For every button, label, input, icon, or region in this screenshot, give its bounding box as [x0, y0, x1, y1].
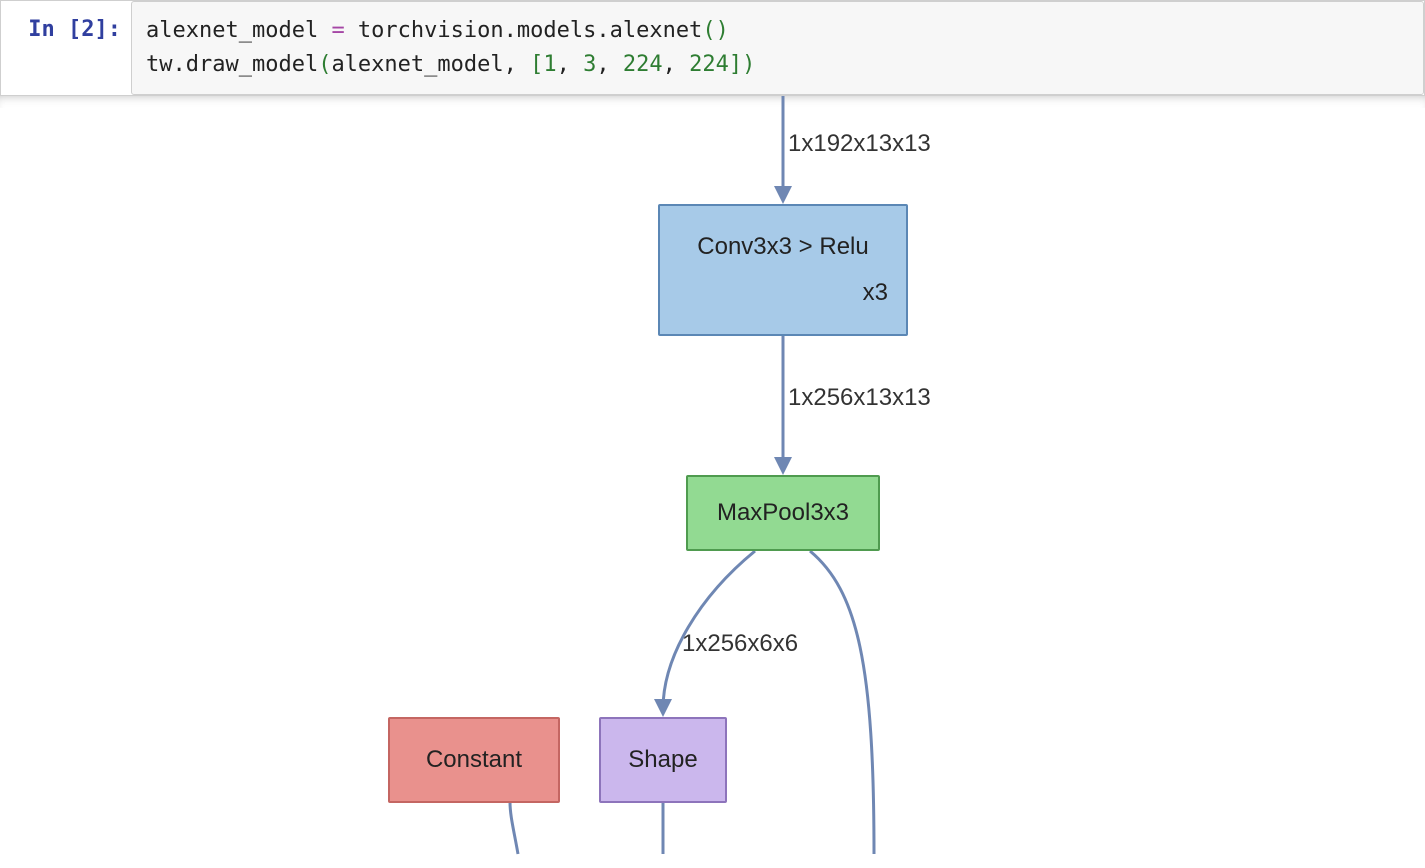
edge-label-left: 1x256x6x6 — [682, 630, 798, 658]
edge-label-mid: 1x256x13x13 — [788, 384, 931, 412]
node-maxpool[interactable]: MaxPool3x3 — [686, 475, 880, 551]
node-shape[interactable]: Shape — [599, 717, 727, 803]
code-line-2: tw.draw_model(alexnet_model, [1, 3, 224,… — [146, 48, 1409, 82]
node-conv-label: Conv3x3 > Relu — [678, 233, 888, 261]
notebook-container: In [2]: alexnet_model = torchvision.mode… — [0, 0, 1425, 868]
input-prompt-area: In [2]: — [1, 1, 131, 95]
output-area[interactable]: 1x192x13x13 1x256x13x13 1x256x6x6 Conv3x… — [0, 96, 1425, 854]
edge-label-top: 1x192x13x13 — [788, 130, 931, 158]
node-conv-relu[interactable]: Conv3x3 > Relu x3 — [658, 204, 908, 336]
node-shape-label: Shape — [619, 746, 707, 774]
node-conv-sublabel: x3 — [678, 279, 888, 307]
arrowhead-conv — [774, 186, 792, 204]
code-line-1: alexnet_model = torchvision.models.alexn… — [146, 14, 1409, 48]
arrowhead-shape — [654, 699, 672, 717]
model-graph[interactable]: 1x192x13x13 1x256x13x13 1x256x6x6 Conv3x… — [0, 96, 1425, 854]
node-constant[interactable]: Constant — [388, 717, 560, 803]
input-prompt-label: In [2]: — [28, 17, 121, 42]
edge-constant-down — [510, 802, 518, 854]
node-maxpool-label: MaxPool3x3 — [706, 499, 860, 527]
code-input-area[interactable]: alexnet_model = torchvision.models.alexn… — [131, 1, 1424, 95]
node-constant-label: Constant — [408, 746, 540, 774]
arrowhead-maxpool — [774, 457, 792, 475]
code-cell: In [2]: alexnet_model = torchvision.mode… — [0, 0, 1425, 96]
edge-maxpool-to-right — [810, 551, 874, 854]
